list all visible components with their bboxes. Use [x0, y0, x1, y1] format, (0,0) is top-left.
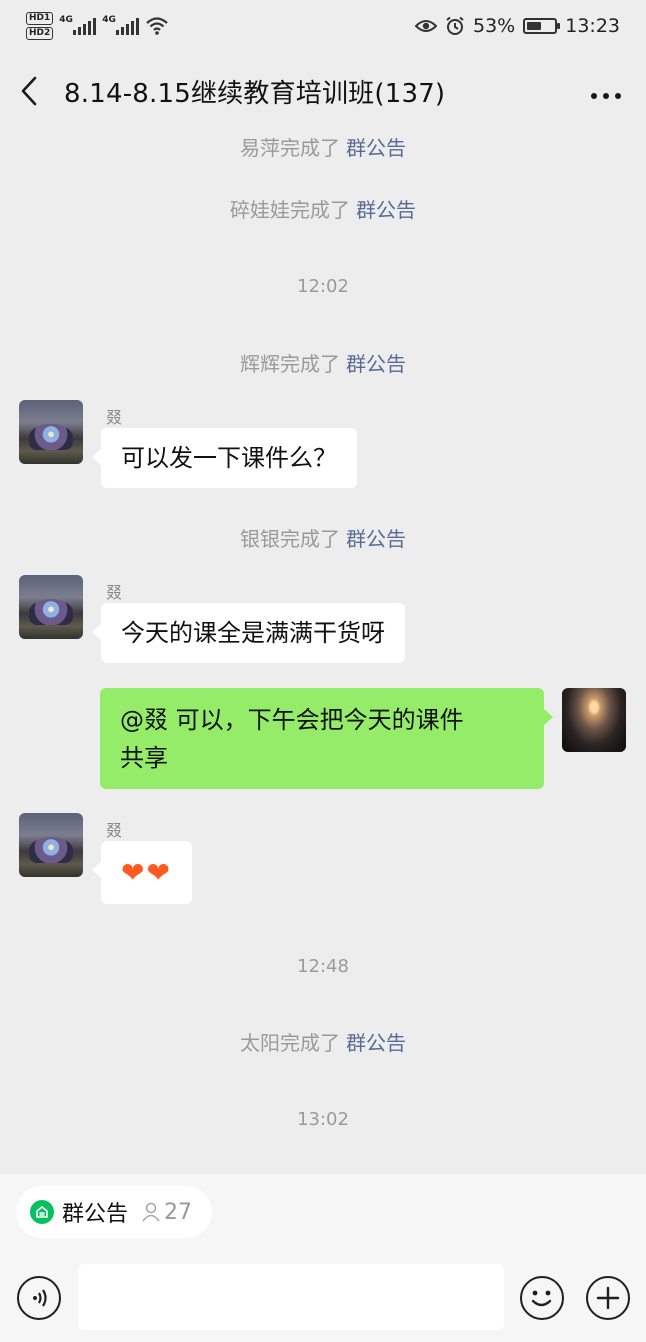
battery-percent: 53% — [473, 15, 516, 37]
message-bubble-hearts[interactable]: ❤❤ — [92, 841, 192, 904]
notice-count-value: 27 — [164, 1199, 193, 1225]
plus-icon — [596, 1286, 620, 1310]
back-button[interactable] — [20, 71, 50, 111]
notice-read-count: 27 — [140, 1200, 192, 1225]
eye-icon — [415, 20, 437, 32]
system-notice-2: 碎娃娃完成了 群公告 — [0, 194, 646, 223]
voice-button[interactable] — [17, 1276, 61, 1320]
clock-time: 13:23 — [565, 15, 620, 37]
sender-avatar[interactable] — [19, 400, 83, 464]
chevron-left-icon — [21, 76, 37, 106]
chat-title: 8.14-8.15继续教育培训班(137) — [64, 78, 446, 109]
group-notice-link[interactable]: 群公告 — [356, 198, 416, 222]
timestamp-3: 13:02 — [297, 1109, 349, 1130]
battery-level — [527, 22, 541, 30]
chat-header: 8.14-8.15继续教育培训班(137) — [0, 52, 646, 130]
sender-name: 叕 — [106, 583, 123, 602]
group-notice-chip[interactable]: 群公告 27 — [16, 1186, 213, 1238]
system-notice-actor: 太阳完成了 — [240, 1031, 340, 1055]
system-notice-3: 辉辉完成了 群公告 — [0, 348, 646, 377]
group-notice-link[interactable]: 群公告 — [346, 527, 406, 551]
wifi-icon — [146, 17, 169, 35]
network-1-label: 4G — [59, 15, 73, 25]
signal-2-icon: 4G — [102, 15, 140, 35]
timestamp-1: 12:02 — [297, 276, 349, 297]
message-text-line-1: @叕 可以，下午会把今天的课件 — [120, 706, 464, 734]
smiley-icon — [531, 1290, 552, 1307]
sender-avatar[interactable] — [19, 575, 83, 639]
notice-chip-label: 群公告 — [62, 1202, 129, 1227]
status-bar: HD1 HD2 4G 4G 53% 13:23 — [0, 0, 646, 52]
sender-name: 叕 — [106, 821, 123, 840]
sender-avatar[interactable] — [19, 813, 83, 877]
voice-icon — [33, 1289, 47, 1307]
status-right: 53% 13:23 — [415, 15, 620, 37]
system-notice-actor: 碎娃娃完成了 — [230, 198, 350, 222]
input-panel: 群公告 27 — [0, 1174, 646, 1342]
heart-emoji-icon: ❤❤ — [121, 856, 172, 889]
message-text: 今天的课全是满满干货呀 — [121, 619, 385, 647]
system-notice-1: 易萍完成了 群公告 — [0, 132, 646, 161]
signal-1-icon: 4G — [59, 15, 97, 35]
my-avatar[interactable] — [562, 688, 626, 752]
hd-indicator: HD1 HD2 — [26, 12, 54, 40]
message-list[interactable]: 易萍完成了 群公告 碎娃娃完成了 群公告 12:02 辉辉完成了 群公告 叕 可以发一… — [0, 130, 646, 1174]
system-notice-4: 银银完成了 群公告 — [0, 523, 646, 552]
system-notice-actor: 易萍完成了 — [240, 136, 340, 160]
group-notice-link[interactable]: 群公告 — [346, 1031, 406, 1055]
system-notice-actor: 银银完成了 — [240, 527, 340, 551]
hd2-badge: HD2 — [26, 27, 54, 40]
more-dots-icon — [591, 93, 621, 99]
more-button[interactable] — [586, 81, 626, 101]
message-text-line-2: 共享 — [120, 744, 168, 772]
network-2-label: 4G — [102, 15, 116, 25]
timestamp-2: 12:48 — [297, 956, 349, 977]
message-bubble-self[interactable]: @叕 可以，下午会把今天的课件 共享 — [100, 688, 553, 789]
group-notice-link[interactable]: 群公告 — [346, 136, 406, 160]
message-input[interactable] — [78, 1264, 504, 1330]
emoji-button[interactable] — [520, 1276, 564, 1320]
system-notice-5: 太阳完成了 群公告 — [0, 1027, 646, 1056]
status-left: HD1 HD2 4G 4G — [26, 12, 169, 40]
sender-name: 叕 — [106, 408, 123, 427]
more-functions-button[interactable] — [586, 1276, 630, 1320]
battery-icon — [523, 18, 561, 34]
system-notice-actor: 辉辉完成了 — [240, 352, 340, 376]
message-text: 可以发一下课件么？ — [121, 444, 337, 472]
message-bubble-1[interactable]: 可以发一下课件么？ — [92, 428, 357, 488]
person-icon — [142, 1202, 160, 1222]
hd1-badge: HD1 — [26, 12, 54, 25]
notice-icon — [30, 1200, 54, 1224]
group-notice-link[interactable]: 群公告 — [346, 352, 406, 376]
message-bubble-2[interactable]: 今天的课全是满满干货呀 — [92, 603, 405, 663]
alarm-icon — [446, 16, 464, 35]
